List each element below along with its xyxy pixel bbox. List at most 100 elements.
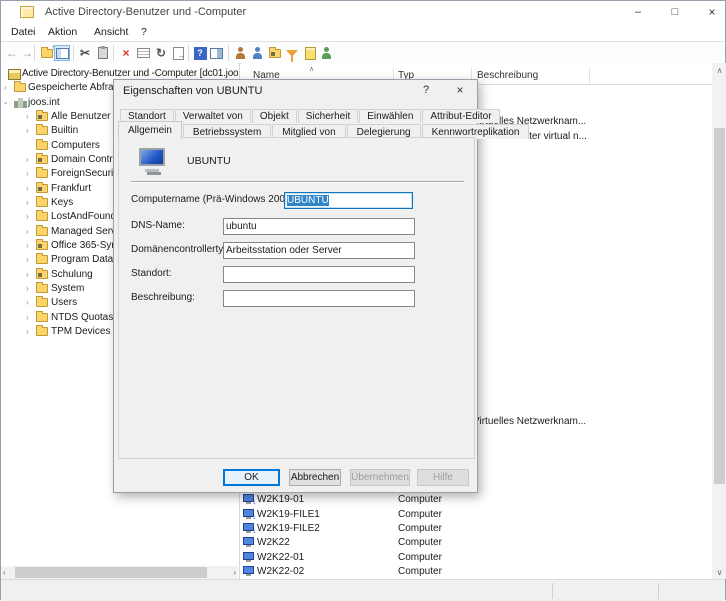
expander-collapsed-icon[interactable]: › xyxy=(26,327,29,336)
dialog-help-button[interactable]: ? xyxy=(413,81,439,100)
field-input-domnencontrollertyp[interactable]: Arbeitsstation oder Server xyxy=(223,242,415,259)
bernehmen-button: Übernehmen xyxy=(350,469,410,486)
list-row[interactable]: W2K22 Computer xyxy=(241,536,712,550)
cell-typ: Computer xyxy=(398,494,442,506)
field-input-beschreibung[interactable] xyxy=(223,290,415,307)
list-row[interactable]: W2K22-02 Computer xyxy=(241,565,712,579)
vertical-scrollbar[interactable]: ∧ ∨ xyxy=(712,63,726,579)
list-row[interactable]: W2K19-01 Computer xyxy=(241,493,712,507)
minimize-button[interactable]: – xyxy=(620,1,656,23)
expander-collapsed-icon[interactable]: › xyxy=(26,256,29,264)
status-bar xyxy=(1,579,725,601)
maximize-button[interactable]: □ xyxy=(657,1,693,23)
list-row[interactable]: W2K19-FILE2 Computer xyxy=(241,522,712,536)
list-row[interactable]: W2K22-01 Computer xyxy=(241,551,712,565)
expander-expanded-icon[interactable]: › xyxy=(1,101,10,104)
tree-item-label: System xyxy=(51,282,85,294)
expander-collapsed-icon[interactable]: › xyxy=(26,299,29,307)
export-list-icon[interactable] xyxy=(135,45,151,61)
computer-icon xyxy=(243,565,254,576)
filter-icon[interactable] xyxy=(284,45,300,62)
scrollbar-thumb[interactable] xyxy=(714,128,725,484)
expander-collapsed-icon[interactable]: › xyxy=(26,284,29,293)
tree-item-label: Alle Benutzer F xyxy=(51,110,120,122)
cell-typ: Computer xyxy=(398,565,442,577)
delete-icon[interactable]: × xyxy=(118,45,134,61)
forward-icon[interactable]: → xyxy=(19,45,35,61)
tab-einw-hlen[interactable]: Einwählen xyxy=(359,109,422,123)
field-input-computername[interactable]: UBUNTU xyxy=(284,192,413,209)
window-title: Active Directory-Benutzer und -Computer xyxy=(45,6,247,18)
refresh-icon[interactable]: ↻ xyxy=(153,45,169,61)
expander-collapsed-icon[interactable]: › xyxy=(26,112,29,121)
ou-icon xyxy=(36,181,48,193)
back-icon[interactable]: ← xyxy=(4,45,20,61)
new-user-icon[interactable] xyxy=(233,45,249,61)
menu-item-?[interactable]: ? xyxy=(141,26,147,38)
field-label: Computername (Prä-Windows 2000): xyxy=(131,194,297,205)
scroll-down-icon[interactable]: ∨ xyxy=(712,568,726,577)
new-ou-icon[interactable] xyxy=(267,45,283,61)
column-header-beschreibung[interactable]: Beschreibung xyxy=(477,70,538,81)
menu-item-aktion[interactable]: Aktion xyxy=(48,26,77,38)
toolbar-separator xyxy=(228,45,229,61)
expander-collapsed-icon[interactable]: › xyxy=(26,184,29,193)
help-icon[interactable]: ? xyxy=(192,45,208,61)
folder-ou-shape xyxy=(269,46,281,58)
ok-button[interactable]: OK xyxy=(223,469,280,486)
panes-shape xyxy=(209,47,223,59)
list-row[interactable]: W2K19-FILE1 Computer xyxy=(241,508,712,522)
expander-collapsed-icon[interactable]: › xyxy=(26,270,29,279)
view-page-icon[interactable] xyxy=(302,45,318,61)
tab-objekt[interactable]: Objekt xyxy=(251,109,297,123)
expander-collapsed-icon[interactable]: › xyxy=(26,241,29,250)
paste-icon[interactable] xyxy=(95,45,111,61)
cell-name: W2K19-FILE2 xyxy=(257,522,320,534)
close-button[interactable]: × xyxy=(694,1,726,23)
expander-collapsed-icon[interactable]: › xyxy=(26,313,29,322)
expander-collapsed-icon[interactable]: › xyxy=(4,84,7,92)
scroll-right-icon[interactable]: › xyxy=(233,568,236,577)
field-input-standort[interactable] xyxy=(223,266,415,283)
app-icon xyxy=(20,6,34,18)
scrollbar-thumb[interactable] xyxy=(15,567,207,578)
new-group-icon[interactable] xyxy=(250,45,266,61)
dialog-close-button[interactable]: × xyxy=(447,81,473,100)
expander-collapsed-icon[interactable]: › xyxy=(26,227,29,236)
menu-item-ansicht[interactable]: Ansicht xyxy=(94,26,128,38)
field-value: Arbeitsstation oder Server xyxy=(226,245,342,256)
forward-icon-glyph: → xyxy=(21,46,33,60)
tree-horizontal-scrollbar[interactable]: ‹ › xyxy=(1,566,238,579)
person-shape xyxy=(320,46,334,60)
scroll-left-icon[interactable]: ‹ xyxy=(3,568,6,577)
cut-icon[interactable]: ✂ xyxy=(77,45,93,61)
toolbar: ← → ↑ ✂ × ↻ →? xyxy=(1,42,725,64)
abbrechen-button[interactable]: Abbrechen xyxy=(289,469,341,486)
field-label: Domänencontrollertyp: xyxy=(131,244,232,255)
tab-allgemein[interactable]: Allgemein xyxy=(118,121,182,139)
property-pane-icon[interactable] xyxy=(208,45,224,61)
tree-item-label: NTDS Quotas xyxy=(51,311,114,323)
export-icon[interactable]: → xyxy=(170,45,186,61)
find-user-icon[interactable] xyxy=(319,45,335,61)
tab-page-allgemein: UBUNTU Computername (Prä-Windows 2000): U… xyxy=(118,137,475,459)
tree-item-label: Keys xyxy=(51,196,74,208)
menu-item-datei[interactable]: Datei xyxy=(11,26,36,38)
domain-icon xyxy=(14,97,27,108)
tab-sicherheit[interactable]: Sicherheit xyxy=(297,109,359,123)
field-input-dns-name[interactable]: ubuntu xyxy=(223,218,415,235)
expander-collapsed-icon[interactable]: › xyxy=(26,198,29,207)
scroll-up-icon[interactable]: ∧ xyxy=(712,66,726,75)
tab-attribut-editor[interactable]: Attribut-Editor xyxy=(422,109,500,123)
expander-collapsed-icon[interactable]: › xyxy=(26,155,29,164)
show-console-tree-icon[interactable] xyxy=(54,45,70,61)
computer-icon xyxy=(243,551,254,562)
expander-collapsed-icon[interactable]: › xyxy=(26,213,29,221)
expander-collapsed-icon[interactable]: › xyxy=(26,170,29,178)
cell-name: W2K19-FILE1 xyxy=(257,508,320,520)
up-one-level-icon[interactable]: ↑ xyxy=(39,43,55,61)
tab-verwaltet-von[interactable]: Verwaltet von xyxy=(174,109,251,123)
expander-collapsed-icon[interactable]: › xyxy=(26,127,29,135)
folder-icon xyxy=(14,81,26,93)
tree-item-label: Program Data xyxy=(51,254,114,266)
